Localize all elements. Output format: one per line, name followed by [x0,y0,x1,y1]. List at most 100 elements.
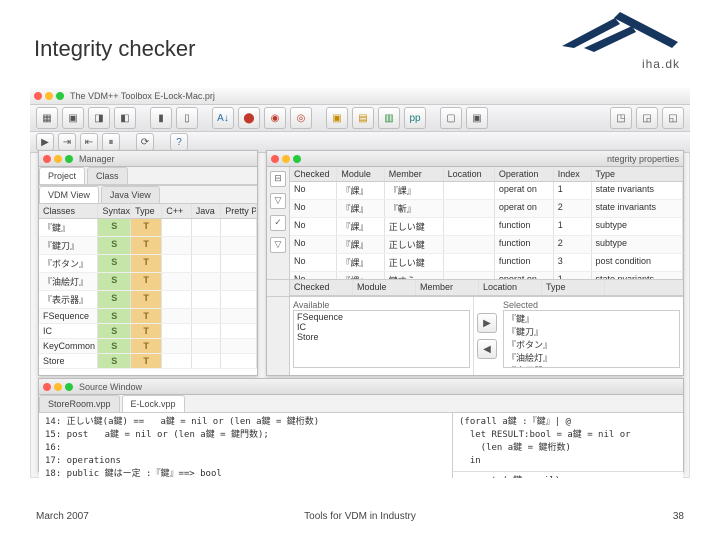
toolbar-button[interactable]: ⬤ [238,107,260,129]
table-row[interactable]: 『鍵刀』ST [39,237,257,255]
traffic-lights [34,92,64,100]
col: Operation [495,167,554,181]
list-item[interactable]: 『表示器』 [507,364,676,368]
toolbar-button[interactable]: ⇤ [80,133,98,151]
table-row[interactable]: StoreST [39,354,257,369]
list-item[interactable]: 『油絵灯』 [507,351,676,364]
col: Type [131,204,162,218]
col: Syntax [98,204,131,218]
toolbar-button[interactable]: ? [170,133,188,151]
toolbar-button[interactable]: ◎ [290,107,312,129]
page-number: 38 [673,511,684,522]
col: Type [592,167,683,181]
move-right-button[interactable]: ▶ [477,313,497,333]
list-item[interactable]: 『ボタン』 [507,338,676,351]
tool-button[interactable]: ▽ [270,237,286,253]
table-row[interactable]: 『鍵』ST [39,219,257,237]
col: Java [192,204,222,218]
toolbar-button[interactable]: ⏸ [102,133,120,151]
manager-bottom-tabs: VDM View Java View [39,185,257,204]
manager-title: Manager [79,154,115,164]
tab-class[interactable]: Class [87,167,128,184]
toolbar-button[interactable]: ▣ [62,107,84,129]
manager-panel: Manager Project Class VDM View Java View… [38,150,258,376]
source-title: Source Window [79,382,142,392]
col: Index [554,167,592,181]
move-left-button[interactable]: ◀ [477,339,497,359]
logo-text: iha.dk [560,57,680,71]
col: Module [353,280,416,295]
toolbar-button[interactable]: ◲ [636,107,658,129]
tool-button[interactable]: ✓ [270,215,286,231]
table-row[interactable]: No『課』正しい鍵function2subtype [290,236,683,254]
col: Member [416,280,479,295]
toolbar-button[interactable]: ◱ [662,107,684,129]
tool-button[interactable]: ▽ [270,193,286,209]
toolbar-button[interactable]: ⇥ [58,133,76,151]
toolbar-button[interactable]: ▤ [352,107,374,129]
table-row[interactable]: No『課』正しい鍵function3post condition [290,254,683,272]
table-row[interactable]: KeyCommonST [39,339,257,354]
available-label: Available [293,300,470,310]
table-row[interactable]: No『課』『課』operat on1state nvariants [290,182,683,200]
main-toolbar: ▦ ▣ ◨ ◧ ▮ ▯ A↓ ⬤ ◉ ◎ ▣ ▤ ▥ pp ▢ ▣ ◳ ◲ ◱ [30,105,690,132]
integrity-filter-header: Checked Module Member Location Type [290,280,683,296]
toolbar-button[interactable]: A↓ [212,107,234,129]
toolbar-button[interactable]: ◨ [88,107,110,129]
col: Checked [290,167,337,181]
toolbar-button[interactable]: ⟳ [136,133,154,151]
conjecture-body: not (a鍵 = nil) => is_(a鍵,seq of nat) [453,471,683,478]
integrity-table-header: Checked Module Member Location Operation… [290,167,683,182]
integrity-table-body: No『課』『課』operat on1state nvariantsNo『課』『斬… [290,182,683,279]
list-item[interactable]: Store [297,332,466,342]
tab-project[interactable]: Project [39,167,85,184]
selected-list[interactable]: 『鍵』『鍵刀』『ボタン』『油絵灯』『表示器』 [503,310,680,368]
col: C++ [162,204,192,218]
list-item[interactable]: 『鍵』 [507,312,676,325]
tab-java-view[interactable]: Java View [101,186,160,203]
toolbar-button[interactable]: ▣ [466,107,488,129]
table-row[interactable]: 『油絵灯』ST [39,273,257,291]
table-row[interactable]: No『課』『斬』operat on2state invariants [290,200,683,218]
col: Module [337,167,384,181]
tool-button[interactable]: ⊟ [270,171,286,187]
table-row[interactable]: 『ボタン』ST [39,255,257,273]
tab-vdm-view[interactable]: VDM View [39,186,99,203]
toolbar-button[interactable]: ▣ [326,107,348,129]
tab-file[interactable]: E-Lock.vpp [122,395,185,412]
list-item[interactable]: IC [297,322,466,332]
table-row[interactable]: ICST [39,324,257,339]
col: Pretty Pri [221,204,257,218]
table-row[interactable]: FSequenceST [39,309,257,324]
list-item[interactable]: 『鍵刀』 [507,325,676,338]
available-box: Available FSequenceICStore [290,297,474,375]
toolbar-button[interactable]: pp [404,107,426,129]
toolbar-button[interactable]: ◳ [610,107,632,129]
toolbar-button[interactable]: ◉ [264,107,286,129]
toolbar-button[interactable]: ◧ [114,107,136,129]
toolbar-button[interactable]: ▯ [176,107,198,129]
available-list[interactable]: FSequenceICStore [293,310,470,368]
toolbar-button[interactable]: ▢ [440,107,462,129]
manager-top-tabs: Project Class [39,167,257,185]
col: Type [542,280,605,295]
table-row[interactable]: No『課』正しい鍵function1subtype [290,218,683,236]
selected-box: Selected 『鍵』『鍵刀』『ボタン』『油絵灯』『表示器』 [500,297,683,375]
manager-table-header: Classes Syntax Type C++ Java Pretty Pri [39,204,257,219]
col: Member [385,167,444,181]
integrity-panel: ntegrity properties ⊟ ▽ ✓ ▽ Checked Modu… [266,150,684,376]
toolbar-button[interactable]: ▶ [36,133,54,151]
code-area[interactable]: 14: 正しい鍵(a鍵) == a鍵 = nil or (len a鍵 = 鍵桁… [39,413,452,478]
toolbar-button[interactable]: ▮ [150,107,172,129]
logo-icon [560,8,680,58]
col: Location [479,280,542,295]
table-row[interactable]: No『課』鍵すえoperat on1state nvariants [290,272,683,279]
source-titlebar: Source Window [39,379,683,395]
manager-titlebar: Manager [39,151,257,167]
slide-title: Integrity checker [34,36,195,62]
toolbar-button[interactable]: ▦ [36,107,58,129]
toolbar-button[interactable]: ▥ [378,107,400,129]
tab-file[interactable]: StoreRoom.vpp [39,395,120,412]
table-row[interactable]: 『表示器』ST [39,291,257,309]
list-item[interactable]: FSequence [297,312,466,322]
